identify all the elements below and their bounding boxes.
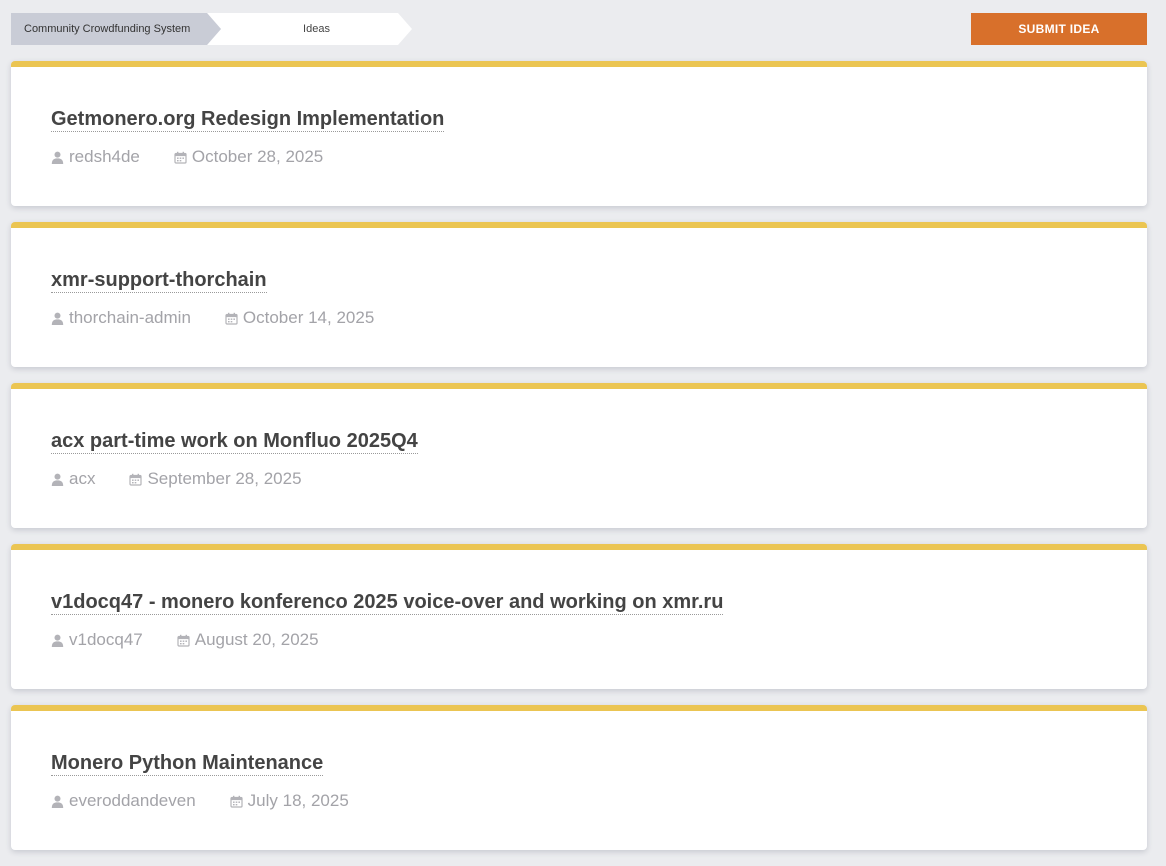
breadcrumb-item-home[interactable]: Community Crowdfunding System [11, 13, 221, 45]
idea-author: everoddandeven [51, 791, 196, 811]
idea-card: Monero Python Maintenance everoddandeven… [11, 705, 1147, 850]
breadcrumb-item-current: Ideas [207, 13, 412, 45]
idea-author-name: thorchain-admin [69, 308, 191, 327]
idea-title-link[interactable]: xmr-support-thorchain [51, 268, 267, 293]
idea-author-name: everoddandeven [69, 791, 196, 810]
idea-meta: redsh4de October 28, 2025 [51, 147, 323, 167]
breadcrumb: Community Crowdfunding System Ideas [11, 13, 412, 45]
user-icon [51, 473, 64, 486]
idea-author: acx [51, 469, 95, 489]
idea-date-text: October 14, 2025 [242, 308, 375, 327]
idea-title-link[interactable]: acx part-time work on Monfluo 2025Q4 [51, 429, 418, 454]
idea-card: Getmonero.org Redesign Implementation re… [11, 61, 1147, 206]
idea-title-link[interactable]: Monero Python Maintenance [51, 751, 324, 776]
calendar-icon [225, 312, 238, 325]
idea-date: October 14, 2025 [225, 308, 374, 328]
user-icon [51, 795, 64, 808]
idea-card: xmr-support-thorchain thorchain-admin Oc… [11, 222, 1147, 367]
user-icon [51, 151, 64, 164]
idea-author-name: redsh4de [69, 147, 140, 166]
calendar-icon [129, 473, 143, 486]
idea-meta: thorchain-admin October 14, 2025 [51, 308, 374, 328]
submit-idea-button[interactable]: SUBMIT IDEA [971, 13, 1147, 45]
idea-title-link[interactable]: Getmonero.org Redesign Implementation [51, 107, 445, 132]
idea-title-link[interactable]: v1docq47 - monero konferenco 2025 voice-… [51, 590, 724, 615]
idea-author: redsh4de [51, 147, 140, 167]
idea-date: August 20, 2025 [177, 630, 319, 650]
user-icon [51, 634, 64, 647]
idea-card: v1docq47 - monero konferenco 2025 voice-… [11, 544, 1147, 689]
calendar-icon [230, 795, 243, 808]
idea-author: v1docq47 [51, 630, 143, 650]
calendar-icon [177, 634, 190, 647]
calendar-icon [174, 151, 187, 164]
top-bar: Community Crowdfunding System Ideas SUBM… [11, 13, 1147, 45]
user-icon [51, 312, 64, 325]
idea-date-text: September 28, 2025 [147, 469, 302, 488]
idea-meta: v1docq47 August 20, 2025 [51, 630, 319, 650]
idea-date: July 18, 2025 [230, 791, 349, 811]
idea-date: September 28, 2025 [129, 469, 302, 489]
idea-date-text: October 28, 2025 [191, 147, 324, 166]
ideas-list: Getmonero.org Redesign Implementation re… [11, 61, 1147, 866]
idea-date-text: July 18, 2025 [247, 791, 349, 810]
idea-date-text: August 20, 2025 [194, 630, 319, 649]
idea-author-name: acx [69, 469, 96, 488]
idea-meta: acx September 28, 2025 [51, 469, 302, 489]
idea-meta: everoddandeven July 18, 2025 [51, 791, 349, 811]
idea-card: acx part-time work on Monfluo 2025Q4 acx… [11, 383, 1147, 528]
idea-author-name: v1docq47 [69, 630, 143, 649]
idea-date: October 28, 2025 [174, 147, 323, 167]
idea-author: thorchain-admin [51, 308, 191, 328]
